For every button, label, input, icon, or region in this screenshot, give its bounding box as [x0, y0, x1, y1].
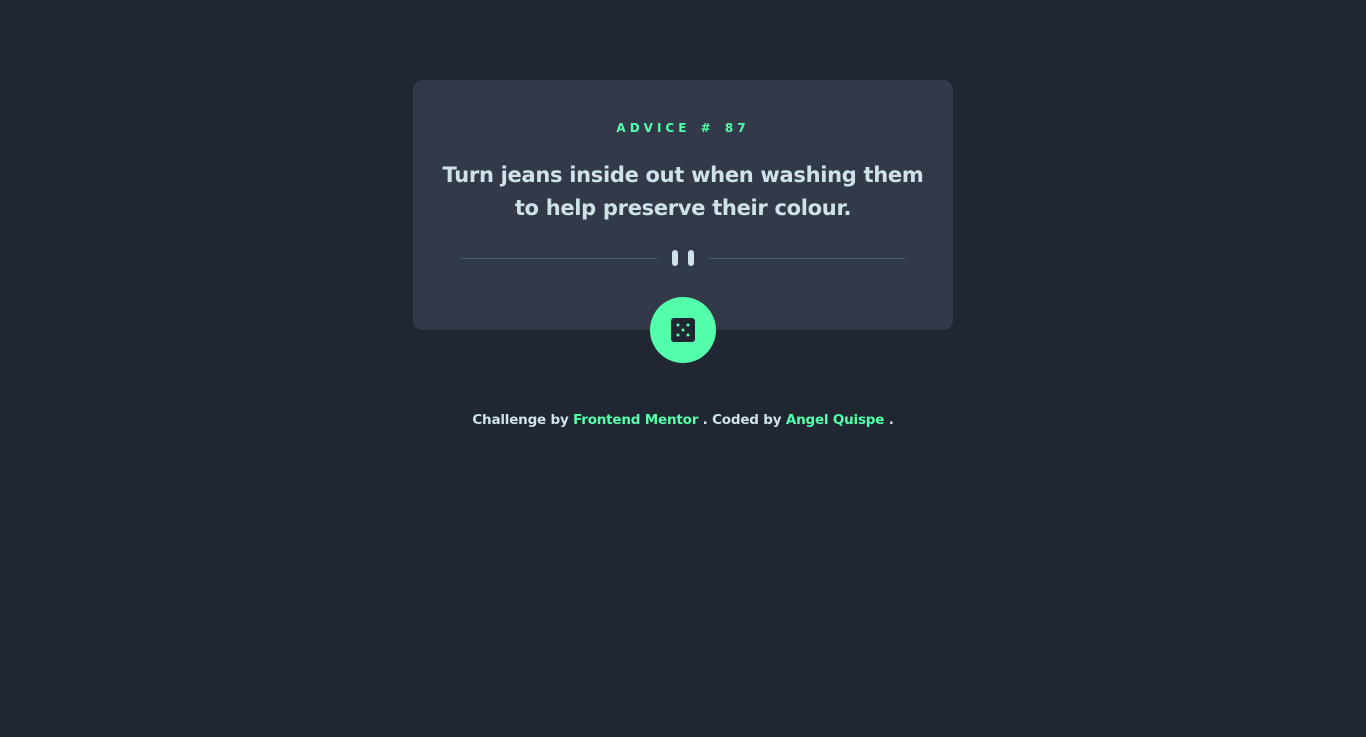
divider-line-right: [709, 258, 905, 259]
advice-number: 87: [724, 121, 750, 135]
attribution: Challenge by Frontend Mentor . Coded by …: [0, 410, 1366, 430]
advice-label: ADVICE: [616, 121, 691, 135]
dice-icon: [671, 318, 695, 342]
frontend-mentor-link[interactable]: Frontend Mentor: [573, 412, 698, 428]
pause-icon: [672, 250, 694, 266]
divider: [461, 250, 905, 266]
divider-line-left: [461, 258, 657, 259]
advice-text: Turn jeans inside out when washing them …: [442, 163, 924, 220]
attribution-end: .: [888, 412, 894, 428]
attribution-challenge-text: Challenge by: [472, 412, 569, 428]
page: ADVICE # 87 Turn jeans inside out when w…: [0, 0, 1366, 737]
advice-card: ADVICE # 87 Turn jeans inside out when w…: [413, 80, 953, 330]
advice-hash: #: [700, 121, 715, 135]
attribution-coded-text: . Coded by: [702, 412, 782, 428]
new-advice-button[interactable]: [650, 297, 716, 363]
advice-id: ADVICE # 87: [413, 120, 953, 136]
author-link[interactable]: Angel Quispe: [786, 412, 885, 428]
